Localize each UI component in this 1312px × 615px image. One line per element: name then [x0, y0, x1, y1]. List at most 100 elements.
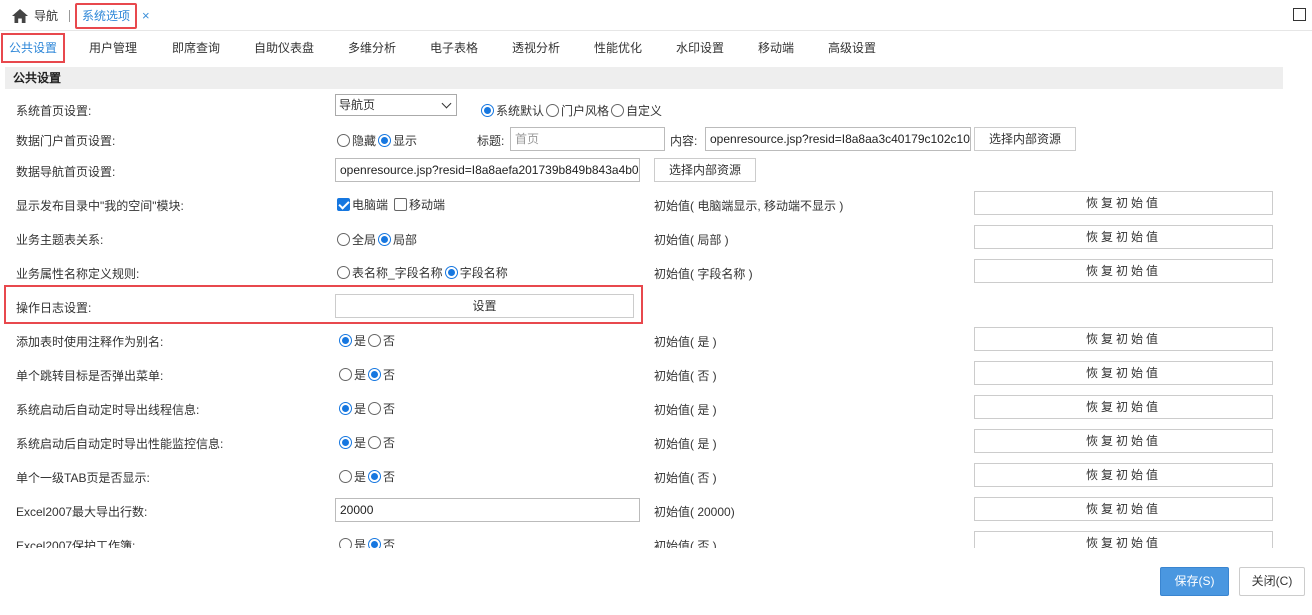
- title-label: 标题:: [477, 134, 505, 148]
- radio-yes[interactable]: [339, 436, 352, 449]
- option-label: 隐藏: [352, 134, 377, 148]
- restore-default-button[interactable]: 恢复初始值: [974, 395, 1273, 419]
- setting-row-topic-relation: 业务主题表关系: 全局 局部 初始值( 局部 ) 恢复初始值: [0, 223, 1312, 253]
- content-label: 内容:: [670, 134, 698, 148]
- radio-hide[interactable]: [337, 134, 350, 147]
- chevron-down-icon: [441, 98, 452, 109]
- section-title: 公共设置: [5, 67, 1283, 89]
- radio-show[interactable]: [378, 134, 392, 147]
- restore-default-button[interactable]: 恢复初始值: [974, 463, 1273, 487]
- checkbox-desktop[interactable]: [337, 198, 350, 211]
- initial-value: 初始值( 20000): [654, 505, 735, 519]
- option-label: 否: [383, 402, 396, 416]
- option-label: 显示: [393, 134, 418, 148]
- initial-value: 初始值( 是 ): [654, 437, 717, 451]
- option-label: 否: [383, 538, 396, 548]
- setting-label: 单个跳转目标是否弹出菜单:: [16, 369, 164, 383]
- setting-row-my-space: 显示发布目录中"我的空间"模块: 电脑端 移动端 初始值( 电脑端显示, 移动端…: [0, 189, 1312, 219]
- radio-custom[interactable]: [611, 104, 625, 117]
- option-label: 是: [354, 436, 367, 450]
- option-label: 移动端: [409, 198, 446, 212]
- restore-default-button[interactable]: 恢复初始值: [974, 531, 1273, 548]
- setting-row-jump-menu: 单个跳转目标是否弹出菜单: 是 否 初始值( 否 ) 恢复初始值: [0, 359, 1312, 389]
- option-label: 系统默认: [496, 104, 545, 118]
- restore-default-button[interactable]: 恢复初始值: [974, 259, 1273, 283]
- restore-default-button[interactable]: 恢复初始值: [974, 429, 1273, 453]
- radio-yes[interactable]: [339, 470, 352, 483]
- option-label: 否: [383, 470, 396, 484]
- close-button[interactable]: 关闭(C): [1239, 567, 1305, 596]
- setting-label: 系统启动后自动定时导出性能监控信息:: [16, 437, 224, 451]
- option-label: 自定义: [626, 104, 663, 118]
- select-value: 导航页: [339, 98, 376, 112]
- radio-system-default[interactable]: [481, 104, 494, 117]
- portal-content-input[interactable]: openresource.jsp?resid=I8a8aa3c40179c102…: [705, 127, 971, 151]
- setting-row-op-log: 操作日志设置: 设置: [0, 291, 1312, 321]
- setting-label: 系统首页设置:: [16, 104, 92, 118]
- radio-no[interactable]: [368, 436, 382, 449]
- excel-max-rows-input[interactable]: 20000: [335, 498, 640, 522]
- radio-no[interactable]: [368, 368, 382, 381]
- restore-default-button[interactable]: 恢复初始值: [974, 191, 1273, 215]
- setting-label: 操作日志设置:: [16, 301, 92, 315]
- option-label: 是: [354, 538, 367, 548]
- checkbox-mobile[interactable]: [394, 198, 408, 211]
- setting-label: 系统启动后自动定时导出线程信息:: [16, 403, 200, 417]
- option-label: 是: [354, 402, 367, 416]
- initial-value: 初始值( 是 ): [654, 335, 717, 349]
- radio-yes[interactable]: [339, 334, 352, 347]
- restore-default-button[interactable]: 恢复初始值: [974, 327, 1273, 351]
- option-label: 局部: [393, 233, 418, 247]
- option-label: 否: [383, 334, 396, 348]
- restore-default-button[interactable]: 恢复初始值: [974, 497, 1273, 521]
- radio-portal-style[interactable]: [546, 104, 560, 117]
- setting-label: Excel2007最大导出行数:: [16, 505, 148, 519]
- select-resource-button[interactable]: 选择内部资源: [654, 158, 756, 182]
- option-label: 是: [354, 368, 367, 382]
- save-button[interactable]: 保存(S): [1160, 567, 1229, 596]
- portal-title-input[interactable]: 首页: [510, 127, 665, 151]
- settings-scroll-area[interactable]: 公共设置 系统首页设置: 导航页 系统默认 门户风格 自定义 数据门户首页设置:…: [0, 0, 1312, 548]
- setting-row-alias-comment: 添加表时使用注释作为别名: 是 否 初始值( 是 ) 恢复初始值: [0, 325, 1312, 355]
- initial-value: 初始值( 字段名称 ): [654, 267, 753, 281]
- initial-value: 初始值( 否 ): [654, 369, 717, 383]
- option-label: 否: [383, 436, 396, 450]
- setting-label: 业务主题表关系:: [16, 233, 104, 247]
- radio-no[interactable]: [368, 538, 382, 548]
- restore-default-button[interactable]: 恢复初始值: [974, 361, 1273, 385]
- radio-no[interactable]: [368, 470, 382, 483]
- radio-yes[interactable]: [339, 368, 352, 381]
- radio-yes[interactable]: [339, 402, 352, 415]
- setting-row-single-tab: 单个一级TAB页是否显示: 是 否 初始值( 否 ) 恢复初始值: [0, 461, 1312, 491]
- select-resource-button[interactable]: 选择内部资源: [974, 127, 1076, 151]
- radio-local[interactable]: [378, 233, 392, 246]
- setting-row-portal-home: 数据门户首页设置: 隐藏 显示 标题: 首页 内容: openresource.…: [0, 124, 1312, 154]
- initial-value: 初始值( 否 ): [654, 471, 717, 485]
- setting-row-attr-naming: 业务属性名称定义规则: 表名称_字段名称 字段名称 初始值( 字段名称 ) 恢复…: [0, 257, 1312, 287]
- radio-yes[interactable]: [339, 538, 352, 548]
- setting-label: 单个一级TAB页是否显示:: [16, 471, 150, 485]
- setting-row-nav-home: 数据导航首页设置: openresource.jsp?resid=I8a8aef…: [0, 155, 1312, 185]
- setting-row-homepage: 系统首页设置: 导航页 系统默认 门户风格 自定义: [0, 94, 1312, 124]
- nav-home-input[interactable]: openresource.jsp?resid=I8a8aefa201739b84…: [335, 158, 640, 182]
- radio-no[interactable]: [368, 334, 382, 347]
- option-label: 是: [354, 334, 367, 348]
- initial-value: 初始值( 电脑端显示, 移动端不显示 ): [654, 199, 844, 213]
- setting-label: 数据门户首页设置:: [16, 134, 116, 148]
- initial-value: 初始值( 局部 ): [654, 233, 729, 247]
- op-log-settings-button[interactable]: 设置: [335, 294, 634, 318]
- homepage-select[interactable]: 导航页: [335, 94, 457, 116]
- setting-label: 添加表时使用注释作为别名:: [16, 335, 164, 349]
- option-label: 门户风格: [561, 104, 610, 118]
- restore-default-button[interactable]: 恢复初始值: [974, 225, 1273, 249]
- radio-global[interactable]: [337, 233, 350, 246]
- option-label: 字段名称: [459, 266, 508, 280]
- radio-field-name[interactable]: [444, 266, 458, 279]
- radio-table-field-name[interactable]: [337, 266, 350, 279]
- setting-label: 数据导航首页设置:: [16, 165, 116, 179]
- setting-row-excel-rows: Excel2007最大导出行数: 20000 初始值( 20000) 恢复初始值: [0, 495, 1312, 525]
- radio-no[interactable]: [368, 402, 382, 415]
- option-label: 全局: [352, 233, 377, 247]
- initial-value: 初始值( 否 ): [654, 539, 717, 548]
- setting-row-perf-export: 系统启动后自动定时导出性能监控信息: 是 否 初始值( 是 ) 恢复初始值: [0, 427, 1312, 457]
